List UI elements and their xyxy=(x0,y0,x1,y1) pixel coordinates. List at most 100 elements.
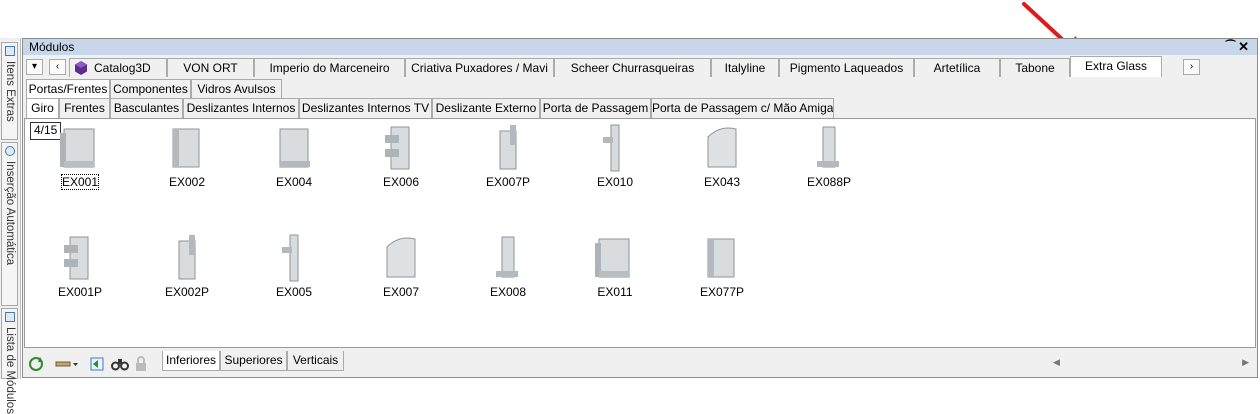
module-thumbnail-icon xyxy=(603,124,620,172)
tab-vidros-avulsos[interactable]: Vidros Avulsos xyxy=(191,79,282,98)
module-thumbnail-icon xyxy=(707,238,735,278)
module-thumbnail-icon xyxy=(385,126,410,170)
module-item[interactable]: EX007 xyxy=(361,233,441,299)
module-thumbnail-icon xyxy=(817,126,839,168)
tab-label: Deslizantes Internos TV xyxy=(301,101,430,115)
horizontal-scrollbar[interactable]: ◀ ▶ xyxy=(1043,357,1251,369)
tab-von-ort[interactable]: VON ORT xyxy=(167,58,254,77)
module-item[interactable]: EX001P xyxy=(40,233,120,299)
tab-label: Inferiores xyxy=(165,353,217,367)
modules-panel: Módulos ⁀ ✕ ▾ ‹ Catalog3D VON ORT Imperi… xyxy=(22,38,1258,378)
tab-label: Componentes xyxy=(113,82,188,96)
scroll-left-button[interactable]: ‹ xyxy=(49,59,66,75)
tab-label: Verticais xyxy=(292,353,339,367)
tab-label: Basculantes xyxy=(113,101,180,115)
module-item[interactable]: EX008 xyxy=(468,233,548,299)
tab-porta-de-passagem-mao-amiga[interactable]: Porta de Passagem c/ Mão Amiga xyxy=(651,98,834,119)
module-thumbnail-icon xyxy=(386,237,416,278)
bottom-toolbar: Inferiores Superiores Verticais ◀ ▶ xyxy=(23,348,1257,377)
module-code: EX004 xyxy=(275,175,313,189)
tab-frentes[interactable]: Frentes xyxy=(59,98,110,119)
side-tab-itens-extras[interactable]: Itens Extras xyxy=(1,42,18,140)
module-item[interactable]: EX002 xyxy=(147,123,227,189)
module-item[interactable]: EX001 xyxy=(40,123,120,190)
side-tab-insercao-automatica[interactable]: Inserção Automática xyxy=(1,142,18,306)
tab-superiores[interactable]: Superiores xyxy=(220,351,287,371)
insert-icon[interactable] xyxy=(89,356,105,372)
dropdown-button[interactable]: ▾ xyxy=(26,59,43,75)
module-thumbnail-icon xyxy=(279,128,310,168)
tab-italyline[interactable]: Italyline xyxy=(711,58,779,77)
module-code: EX006 xyxy=(382,175,420,189)
color-picker-icon[interactable] xyxy=(55,356,79,372)
tab-deslizante-externo[interactable]: Deslizante Externo xyxy=(432,98,540,119)
tab-label: Superiores xyxy=(224,353,283,367)
module-code: EX002 xyxy=(168,175,206,189)
module-code: EX001 xyxy=(60,174,100,190)
tab-label: Vidros Avulsos xyxy=(197,82,276,96)
tab-scheer-churrasqueiras[interactable]: Scheer Churrasqueiras xyxy=(554,58,711,77)
module-code: EX007P xyxy=(485,175,531,189)
tab-deslizantes-internos-tv[interactable]: Deslizantes Internos TV xyxy=(299,98,432,119)
module-code: EX005 xyxy=(275,285,313,299)
module-thumbnail-icon xyxy=(595,238,630,278)
module-item[interactable]: EX006 xyxy=(361,123,441,189)
tab-tabone[interactable]: Tabone xyxy=(1000,58,1070,77)
side-tab-lista-de-modulos[interactable]: Lista de Módulos xyxy=(1,308,18,414)
module-item[interactable]: EX011 xyxy=(575,233,655,299)
tab-giro[interactable]: Giro xyxy=(26,98,59,119)
module-item[interactable]: EX004 xyxy=(254,123,334,189)
module-item[interactable]: EX043 xyxy=(682,123,762,189)
scroll-right-button[interactable]: › xyxy=(1183,59,1200,75)
tab-deslizantes-internos[interactable]: Deslizantes Internos xyxy=(183,98,299,119)
side-tab-label: Itens Extras xyxy=(4,61,16,122)
module-thumbnail-icon xyxy=(60,128,95,168)
catalog3d-logo-icon xyxy=(75,61,87,75)
tab-label: Porta de Passagem c/ Mão Amiga xyxy=(652,101,834,115)
tab-catalog3d[interactable]: Catalog3D xyxy=(69,58,167,77)
refresh-icon[interactable] xyxy=(28,356,44,372)
module-code: EX010 xyxy=(596,175,634,189)
tab-label: Deslizante Externo xyxy=(435,101,537,115)
scroll-left-arrow-icon[interactable]: ◀ xyxy=(1053,357,1060,368)
module-item[interactable]: EX007P xyxy=(468,123,548,189)
tab-verticais[interactable]: Verticais xyxy=(287,351,344,371)
module-thumbnail-icon xyxy=(499,125,517,170)
tab-label: Porta de Passagem xyxy=(542,101,649,115)
tab-componentes[interactable]: Componentes xyxy=(110,79,191,98)
module-code: EX007 xyxy=(382,285,420,299)
tab-imperio-do-marceneiro[interactable]: Imperio do Marceneiro xyxy=(254,58,405,77)
tab-basculantes[interactable]: Basculantes xyxy=(110,98,183,119)
tab-label: Portas/Frentes xyxy=(28,82,108,96)
tab-extra-glass[interactable]: Extra Glass xyxy=(1070,56,1162,77)
tab-criativa-puxadores[interactable]: Criativa Puxadores / Mavi xyxy=(405,58,554,77)
module-item[interactable]: EX077P xyxy=(682,233,762,299)
tab-porta-de-passagem[interactable]: Porta de Passagem xyxy=(540,98,651,119)
scroll-right-arrow-icon[interactable]: ▶ xyxy=(1242,357,1249,368)
layers-icon xyxy=(5,46,15,56)
tab-pigmento-laqueados[interactable]: Pigmento Laqueados xyxy=(779,58,914,77)
module-item[interactable]: EX088P xyxy=(789,123,869,189)
tab-label: Extra Glass xyxy=(1084,59,1147,73)
binoculars-icon[interactable] xyxy=(111,356,129,372)
module-item[interactable]: EX010 xyxy=(575,123,655,189)
tab-label: Frentes xyxy=(64,101,105,115)
tab-label: Artetílica xyxy=(933,61,981,75)
tab-label: Italyline xyxy=(724,61,766,75)
pin-icon[interactable]: ⁀ xyxy=(1226,40,1235,53)
tab-inferiores[interactable]: Inferiores xyxy=(162,351,220,371)
module-item[interactable]: EX005 xyxy=(254,233,334,299)
panel-titlebar: Módulos ⁀ ✕ xyxy=(23,39,1257,55)
module-thumbnail-icon xyxy=(282,234,299,282)
close-icon[interactable]: ✕ xyxy=(1238,39,1249,55)
tab-label: Catalog3D xyxy=(94,61,151,75)
tab-label: Scheer Churrasqueiras xyxy=(570,61,695,75)
lock-icon[interactable] xyxy=(133,356,149,372)
module-thumbnail-icon xyxy=(172,128,200,168)
tab-artetilica[interactable]: Artetílica xyxy=(914,58,1000,77)
tab-portas-frentes[interactable]: Portas/Frentes xyxy=(26,79,110,98)
modules-grid: 4/15 EX001 EX002 EX004 EX006 EX007P EX010 EX04… xyxy=(24,118,1256,348)
tab-label: VON ORT xyxy=(183,61,238,75)
module-item[interactable]: EX002P xyxy=(147,233,227,299)
module-thumbnail-icon xyxy=(64,236,89,280)
